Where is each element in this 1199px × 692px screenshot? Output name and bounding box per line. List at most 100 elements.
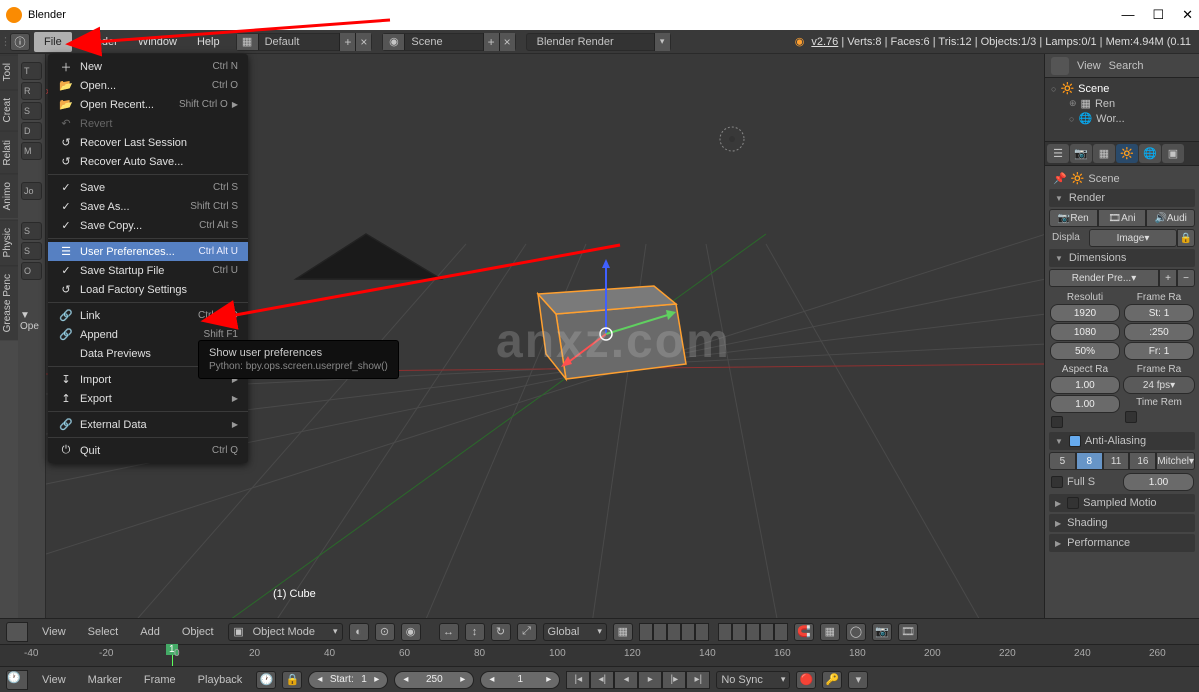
tool-btn-scale[interactable]: S xyxy=(21,102,42,120)
tab-tools[interactable]: Tool xyxy=(0,54,18,89)
full-sample-checkbox[interactable] xyxy=(1051,476,1063,488)
aa-samples-5[interactable]: 5 xyxy=(1049,452,1076,470)
opengl-render[interactable]: 📷 xyxy=(872,623,892,641)
layer-8[interactable] xyxy=(746,623,760,641)
tool-btn-m[interactable]: M xyxy=(21,142,42,160)
frame-end-field-timeline[interactable]: ◂ 250 ▸ xyxy=(394,671,474,689)
file-menu-export[interactable]: ↥Export xyxy=(48,389,248,408)
dimensions-panel-head[interactable]: Dimensions xyxy=(1049,249,1195,267)
frame-current-field[interactable]: ◂ 1 ▸ xyxy=(480,671,560,689)
view3d-menu-view[interactable]: View xyxy=(34,624,74,640)
file-menu-recover-last-session[interactable]: ↺Recover Last Session xyxy=(48,133,248,152)
tab-world[interactable]: 🌐 xyxy=(1139,144,1161,163)
layer-9[interactable] xyxy=(760,623,774,641)
file-menu-save-copy[interactable]: ✓Save Copy...Ctrl Alt S xyxy=(48,216,248,235)
layer-5[interactable] xyxy=(695,623,709,641)
frame-start-field[interactable]: St: 1 xyxy=(1124,304,1194,322)
playhead[interactable] xyxy=(172,645,173,666)
outliner-editor-icon[interactable] xyxy=(1051,57,1069,75)
outliner[interactable]: ○🔆 Scene ⊕▦ Ren ○🌐 Wor... xyxy=(1045,78,1199,142)
file-menu-external-data[interactable]: 🔗External Data xyxy=(48,415,248,434)
properties-editor-icon[interactable]: ☰ xyxy=(1047,144,1069,163)
aa-samples-16[interactable]: 16 xyxy=(1129,452,1156,470)
lamp-object[interactable] xyxy=(720,127,744,151)
tool-btn-join[interactable]: Jo xyxy=(21,182,42,200)
tab-grease-pencil[interactable]: Grease Penc xyxy=(0,265,18,340)
keyframe-next-button[interactable]: |▸ xyxy=(662,671,686,689)
jump-end-button[interactable]: ▸| xyxy=(686,671,710,689)
tool-btn-d[interactable]: D xyxy=(21,122,42,140)
operator-panel-head[interactable]: ▼ Ope xyxy=(18,306,45,336)
layer-4[interactable] xyxy=(681,623,695,641)
version-link[interactable]: v2.76 xyxy=(811,36,838,48)
layer-3[interactable] xyxy=(667,623,681,641)
render-audio-button[interactable]: 🔊Audi xyxy=(1146,209,1195,227)
resolution-percentage-field[interactable]: 50% xyxy=(1050,342,1120,360)
shading-panel-head[interactable]: Shading xyxy=(1049,514,1195,532)
tab-object[interactable]: ▣ xyxy=(1162,144,1184,163)
snap-toggle[interactable]: 🧲 xyxy=(794,623,814,641)
close-button[interactable]: ✕ xyxy=(1182,7,1193,23)
pin-icon[interactable]: 📌 xyxy=(1053,172,1067,185)
aa-filter-dropdown[interactable]: Mitchel ▾ xyxy=(1156,452,1195,470)
shading-mode-button[interactable]: ◐ xyxy=(349,623,369,641)
layer-1[interactable] xyxy=(639,623,653,641)
layer-6[interactable] xyxy=(718,623,732,641)
aspect-x-field[interactable]: 1.00 xyxy=(1050,376,1120,394)
menu-help[interactable]: Help xyxy=(187,32,230,52)
outliner-view-menu[interactable]: View xyxy=(1077,60,1101,72)
render-engine-dropdown[interactable]: Blender Render ▾ xyxy=(526,33,671,51)
resolution-x-field[interactable]: 1920 xyxy=(1050,304,1120,322)
file-menu-link[interactable]: 🔗LinkCtrl Alt O xyxy=(48,306,248,325)
use-preview-range-button[interactable]: 🕐 xyxy=(256,671,276,689)
lock-interface-button[interactable]: 🔒 xyxy=(1177,229,1195,247)
maximize-button[interactable]: ☐ xyxy=(1152,7,1164,23)
render-preset-dropdown[interactable]: Render Pre... ▾ xyxy=(1049,269,1159,287)
scene-dropdown[interactable]: ◉ Scene +× xyxy=(382,33,515,51)
mode-select-dropdown[interactable]: ▣ Object Mode▾ xyxy=(228,623,343,641)
outliner-world-row[interactable]: ○🌐 Wor... xyxy=(1051,111,1193,126)
filter-size-field[interactable]: 1.00 xyxy=(1123,473,1194,491)
frame-end-field[interactable]: :250 xyxy=(1124,323,1194,341)
layout-remove-button[interactable]: × xyxy=(355,33,371,51)
frame-step-field[interactable]: Fr: 1 xyxy=(1124,342,1194,360)
play-reverse-button[interactable]: ◂ xyxy=(614,671,638,689)
aa-samples-8[interactable]: 8 xyxy=(1076,452,1103,470)
tool-btn-rotate[interactable]: R xyxy=(21,82,42,100)
file-menu-open-recent[interactable]: 📂Open Recent...Shift Ctrl O xyxy=(48,95,248,114)
menu-window[interactable]: Window xyxy=(128,32,187,52)
frame-start-field-timeline[interactable]: ◂ Start: 1 ▸ xyxy=(308,671,388,689)
insert-keyframe-button[interactable]: ▾ xyxy=(848,671,868,689)
timeline-editor-icon[interactable]: 🕐 xyxy=(6,670,28,690)
render-animation-button[interactable]: 🎞Ani xyxy=(1098,209,1147,227)
area-corner-grip[interactable]: ⋮ xyxy=(0,35,10,48)
render-panel-head[interactable]: Render xyxy=(1049,189,1195,207)
aa-enable-checkbox[interactable]: ✓ xyxy=(1069,435,1081,447)
jump-start-button[interactable]: |◂ xyxy=(566,671,590,689)
sampled-motion-checkbox[interactable] xyxy=(1067,497,1079,509)
opengl-render-anim[interactable]: 🎞 xyxy=(898,623,918,641)
manipulator-toggle[interactable]: ↔ xyxy=(439,623,459,641)
snap-element[interactable]: ▦ xyxy=(820,623,840,641)
preset-remove-button[interactable]: − xyxy=(1177,269,1195,287)
tab-renderlayers[interactable]: ▦ xyxy=(1093,144,1115,163)
preset-add-button[interactable]: + xyxy=(1159,269,1177,287)
file-menu-revert[interactable]: ↶Revert xyxy=(48,114,248,133)
lock-time-button[interactable]: 🔒 xyxy=(282,671,302,689)
editor-type-icon[interactable]: ⓘ xyxy=(10,33,30,51)
tab-scene[interactable]: 🔆 xyxy=(1116,144,1138,163)
timeline-menu-playback[interactable]: Playback xyxy=(190,672,251,688)
layout-add-button[interactable]: + xyxy=(339,33,355,51)
manipulator-translate[interactable]: ↕ xyxy=(465,623,485,641)
screen-layout-dropdown[interactable]: ▦ Default +× xyxy=(236,33,373,51)
time-remap-checkbox[interactable] xyxy=(1125,411,1137,423)
layer-7[interactable] xyxy=(732,623,746,641)
resolution-y-field[interactable]: 1080 xyxy=(1050,323,1120,341)
timeline-menu-frame[interactable]: Frame xyxy=(136,672,184,688)
scene-add-button[interactable]: + xyxy=(483,33,499,51)
view3d-menu-object[interactable]: Object xyxy=(174,624,222,640)
file-menu-quit[interactable]: ⏻QuitCtrl Q xyxy=(48,441,248,460)
play-button[interactable]: ▸ xyxy=(638,671,662,689)
sync-mode-dropdown[interactable]: No Sync▾ xyxy=(716,671,790,689)
scene-remove-button[interactable]: × xyxy=(499,33,515,51)
